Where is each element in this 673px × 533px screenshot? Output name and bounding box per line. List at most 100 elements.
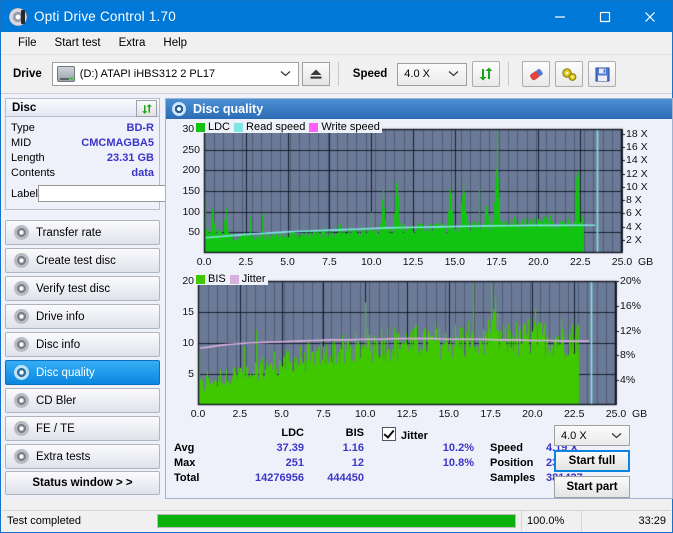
sidebar-item-label: Disc quality	[36, 366, 95, 379]
axis-tick-x: 25.0	[611, 256, 633, 268]
disc-create-icon	[14, 253, 29, 268]
axis-tick-x: 12.5	[396, 408, 418, 420]
settings-button[interactable]	[555, 61, 584, 87]
toolbar: Drive (D:) ATAPI iHBS312 2 PL17 Speed 4.…	[1, 55, 672, 94]
sidebar-item-verify-test-disc[interactable]: Verify test disc	[5, 276, 160, 301]
axis-tick-y-right: 16 X	[626, 141, 648, 154]
stats-jitter-total	[382, 472, 474, 487]
toolbar-divider-1	[337, 62, 339, 86]
sidebar-item-label: CD Bler	[36, 394, 77, 407]
sidebar-item-drive-info[interactable]: Drive info	[5, 304, 160, 329]
sidebar: Disc Type BD-R MID CMCMAGBA5 Length 23.3…	[5, 98, 243, 499]
drive-select[interactable]: (D:) ATAPI iHBS312 2 PL17	[51, 62, 299, 86]
app-icon	[9, 7, 27, 26]
stats-info-spacer	[490, 427, 546, 442]
save-icon	[595, 67, 610, 81]
menu-help[interactable]: Help	[154, 35, 196, 51]
legend-swatch-bis	[196, 274, 205, 284]
sidebar-item-disc-info[interactable]: Disc info	[5, 332, 160, 357]
stats-key-avg: Avg	[174, 442, 195, 454]
stats-key-max: Max	[174, 457, 196, 469]
start-full-button[interactable]: Start full	[554, 450, 630, 472]
axis-tick-x: 22.5	[563, 408, 585, 420]
disc-row-contents: Contents data	[11, 165, 154, 180]
axis-tick-x: 10.0	[354, 408, 376, 420]
disc-refresh-button[interactable]	[136, 100, 157, 117]
disc-length-label: Length	[11, 151, 45, 164]
axis-tick-x: 22.5	[569, 256, 591, 268]
axis-tick-y-right: 20%	[620, 275, 642, 287]
legend-label-write-speed: Write speed	[321, 121, 380, 133]
sidebar-item-create-test-disc[interactable]: Create test disc	[5, 248, 160, 273]
disc-panel-title: Disc	[12, 101, 37, 114]
axis-tick-y-right: 2 X	[626, 233, 642, 246]
save-button[interactable]	[588, 61, 617, 87]
axis-tick-y-left: 250	[182, 143, 200, 156]
legend-item-write-speed: Write speed	[309, 121, 380, 133]
axis-tick-x: 15.0	[438, 408, 460, 420]
disc-info-panel: Type BD-R MID CMCMAGBA5 Length 23.31 GB …	[5, 117, 243, 210]
jitter-checkbox-row[interactable]: Jitter	[382, 427, 474, 442]
minimize-button[interactable]	[537, 1, 582, 32]
legend-item-bis: BIS	[196, 273, 226, 285]
disc-label-label: Label	[11, 187, 38, 200]
legend-label-read-speed: Read speed	[246, 121, 306, 133]
axis-tick-y-right: 4%	[620, 374, 636, 387]
refresh-icon	[479, 67, 493, 81]
axis-tick-y-left: 10	[182, 337, 194, 349]
eraser-button[interactable]	[522, 61, 551, 87]
menu-bar: File Start test Extra Help	[1, 32, 672, 55]
chevron-down-icon	[280, 68, 291, 80]
axis-tick-y-left: 200	[182, 164, 200, 177]
menu-start-test[interactable]: Start test	[46, 35, 110, 51]
sidebar-item-label: Create test disc	[36, 254, 116, 267]
disc-row-length: Length 23.31 GB	[11, 150, 154, 165]
progress-percent: 100.0%	[521, 511, 581, 531]
legend-swatch-write-speed	[309, 122, 319, 132]
ldc-chart-legend: LDC Read speed Write speed	[194, 121, 382, 133]
disc-contents-label: Contents	[11, 166, 56, 179]
axis-tick-x: 5.0	[280, 256, 295, 268]
eject-button[interactable]	[301, 62, 330, 86]
sidebar-item-cd-bler[interactable]: CD Bler	[5, 388, 160, 413]
bis-chart-legend: BIS Jitter	[194, 273, 268, 285]
axis-tick-x: 17.5	[486, 256, 507, 268]
gears-icon	[562, 67, 577, 81]
refresh-button[interactable]	[472, 61, 501, 87]
axis-tick-y-right: 8%	[620, 349, 636, 362]
close-button[interactable]	[627, 1, 672, 32]
stats-col-jitter: Jitter 10.2% 10.8%	[364, 427, 474, 498]
sidebar-item-disc-quality[interactable]: Disc quality	[5, 360, 160, 385]
disc-bler-icon	[14, 393, 29, 408]
title-bar: Opti Drive Control 1.70	[1, 1, 672, 32]
menu-extra[interactable]: Extra	[110, 35, 155, 51]
status-window-button[interactable]: Status window > >	[5, 471, 160, 495]
stats-bis-max: 12	[351, 457, 364, 469]
sidebar-item-fe-te[interactable]: FE / TE	[5, 416, 160, 441]
stats-key-samples: Samples	[490, 472, 536, 484]
test-speed-select[interactable]: 4.0 X	[554, 425, 630, 446]
ldc-chart: LDC Read speed Write speed 50 100 150 20…	[168, 121, 670, 271]
stats-ldc-avg: 37.39	[276, 442, 304, 454]
speed-select[interactable]: 4.0 X	[397, 62, 468, 86]
maximize-button[interactable]	[582, 1, 627, 32]
sidebar-item-extra-tests[interactable]: Extra tests	[5, 444, 160, 469]
axis-tick-x: 7.5	[322, 256, 337, 268]
progress-bar	[152, 511, 521, 531]
stats-ldc-total: 14276956	[255, 472, 304, 484]
axis-tick-y-right: 14 X	[626, 154, 648, 167]
axis-tick-x: 7.5	[316, 408, 331, 420]
axis-tick-y-left: 50	[188, 226, 200, 239]
axis-tick-y-right: 6 X	[626, 207, 642, 220]
disc-fete-icon	[14, 421, 29, 436]
jitter-checkbox[interactable]	[382, 427, 396, 441]
stats-key-position: Position	[490, 457, 534, 469]
bis-plot-area: 5 10 15 20 4% 8% 12% 16% 20% 0.0 2.5 5.0 7.5 10.0 12.5…	[168, 273, 670, 423]
start-part-button[interactable]: Start part	[554, 476, 630, 498]
stats-bis-avg: 1.16	[342, 442, 364, 454]
window-controls	[537, 1, 672, 32]
sidebar-item-transfer-rate[interactable]: Transfer rate	[5, 220, 160, 245]
bis-chart: BIS Jitter 5 10 15 20 4% 8% 12% 16% 20% 0.0 2.5 5.0…	[168, 273, 670, 423]
sidebar-item-label: Transfer rate	[36, 226, 102, 239]
menu-file[interactable]: File	[9, 35, 46, 51]
